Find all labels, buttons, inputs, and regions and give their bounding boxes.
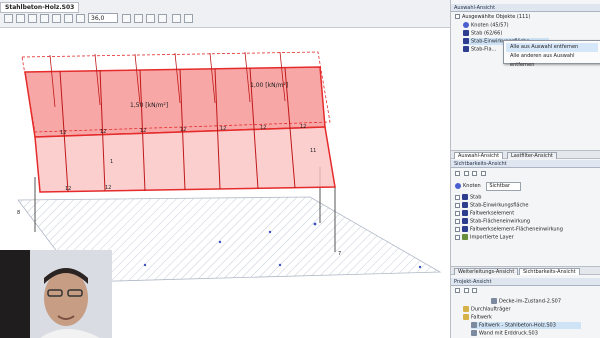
filter-icon[interactable] — [455, 171, 460, 176]
load-label-1: 1,50 [kN/m²] — [130, 102, 168, 109]
roof-slope-top[interactable] — [24, 66, 326, 138]
visibility-item-faltwerk-flaeche[interactable]: Faltwerkselement-Flächeneinwirkung — [455, 226, 563, 233]
zoom-input[interactable]: 36,0 — [88, 13, 118, 23]
member-icon — [463, 30, 469, 36]
load-label-2: 1,00 [kN/m²] — [250, 82, 288, 89]
wireframe-icon[interactable] — [184, 14, 193, 23]
svg-text:1: 1 — [110, 159, 113, 165]
text-a-icon[interactable] — [480, 171, 486, 176]
move-icon[interactable] — [16, 14, 25, 23]
visibility-toolbar — [455, 171, 488, 178]
visibility-item-flaecheneinwirkung[interactable]: Stab-Flächeneinwirkung — [455, 218, 530, 225]
project-item[interactable]: Faltwerk — [463, 314, 492, 321]
visibility-item-einwirkung[interactable]: Stab-Einwirkungsfläche — [455, 202, 529, 209]
layer-icon[interactable] — [472, 171, 478, 176]
context-menu: Alle aus Auswahl entfernen Alle anderen … — [503, 40, 600, 68]
zoom-in-icon[interactable] — [52, 14, 61, 23]
save-icon[interactable] — [463, 171, 469, 176]
pan-icon[interactable] — [40, 14, 49, 23]
visibility-panel-title: Sichtbarkeits-Ansicht — [451, 160, 600, 168]
visibility-item-faltwerk[interactable]: Faltwerkselement — [455, 210, 514, 217]
svg-text:11: 11 — [310, 148, 316, 154]
select-icon[interactable] — [4, 14, 13, 23]
project-item[interactable]: Wand mit Erddruck.S03 — [471, 330, 538, 337]
view-front-icon[interactable] — [122, 14, 131, 23]
svg-text:12: 12 — [220, 126, 226, 132]
svg-text:12: 12 — [100, 129, 106, 135]
load-area-icon — [463, 38, 469, 44]
tab-auswahl[interactable]: Auswahl-Ansicht — [454, 152, 504, 159]
zoom-window-icon[interactable] — [76, 14, 85, 23]
side-label-8: 8 — [17, 210, 20, 216]
zoom-out-icon[interactable] — [64, 14, 73, 23]
open-icon[interactable] — [463, 288, 469, 293]
project-panel-title: Projekt-Ansicht — [451, 278, 600, 286]
project-item-selected[interactable]: Faltwerk - Stahlbeton-Holz.S03 — [471, 322, 581, 329]
view-side-icon[interactable] — [146, 14, 155, 23]
svg-text:12: 12 — [180, 127, 186, 133]
visibility-filter-row[interactable]: Knoten Sichtbar — [455, 182, 522, 191]
svg-text:12: 12 — [300, 124, 306, 130]
remove-all-from-selection[interactable]: Alle aus Auswahl entfernen — [506, 43, 598, 52]
surface-load-icon — [463, 46, 469, 52]
remove-others-from-selection[interactable]: Alle anderen aus Auswahl entfernen — [506, 52, 598, 68]
visibility-item-stab[interactable]: Stab — [455, 194, 481, 201]
view-iso-icon[interactable] — [158, 14, 167, 23]
side-label-7: 7 — [338, 251, 341, 257]
new-icon[interactable] — [455, 288, 460, 293]
visibility-item-layer[interactable]: Importierte Layer — [455, 234, 514, 241]
svg-text:12: 12 — [105, 185, 111, 191]
selection-item-knoten[interactable]: Knoten (45/57) — [463, 22, 509, 29]
selection-item-stab-flaeche[interactable]: Stab-Fla... — [463, 46, 496, 53]
collapse-icon[interactable] — [455, 14, 460, 19]
node-icon — [455, 182, 461, 189]
presenter-photo — [0, 250, 112, 338]
tab-weiterleitung[interactable]: Weiterleitungs-Ansicht — [454, 268, 519, 275]
rotate-icon[interactable] — [28, 14, 37, 23]
render-icon[interactable] — [172, 14, 181, 23]
visibility-select[interactable]: Sichtbar — [486, 182, 522, 191]
sort-icon[interactable] — [472, 288, 478, 293]
view-top-icon[interactable] — [134, 14, 143, 23]
project-item[interactable]: Decke-im-Zustand-2.S07 — [491, 298, 561, 305]
selection-root[interactable]: Ausgewählte Objekte (111) — [455, 14, 530, 21]
project-toolbar — [455, 288, 479, 295]
document-tab[interactable]: Stahlbeton-Holz.S03 — [0, 2, 80, 13]
svg-text:12: 12 — [65, 186, 71, 192]
node-icon — [463, 22, 469, 28]
tab-lastfilter[interactable]: Lastfilter-Ansicht — [507, 152, 557, 159]
top-tab-bar: Auswahl-Ansicht Lastfilter-Ansicht — [451, 150, 600, 159]
webcam-overlay — [0, 250, 112, 338]
project-item[interactable]: Durchlaufträger — [463, 306, 511, 313]
selection-panel-title: Auswahl-Ansicht — [451, 4, 600, 12]
svg-text:12: 12 — [140, 128, 146, 134]
tab-sichtbarkeit[interactable]: Sichtbarkeits-Ansicht — [519, 268, 580, 275]
svg-text:12: 12 — [60, 130, 66, 136]
svg-text:12: 12 — [260, 125, 266, 131]
selection-item-stab[interactable]: Stab (62/66) — [463, 30, 502, 37]
main-toolbar: Stahlbeton-Holz.S03 36,0 — [0, 0, 450, 28]
bottom-tab-bar: Weiterleitungs-Ansicht Sichtbarkeits-Ans… — [451, 266, 600, 275]
